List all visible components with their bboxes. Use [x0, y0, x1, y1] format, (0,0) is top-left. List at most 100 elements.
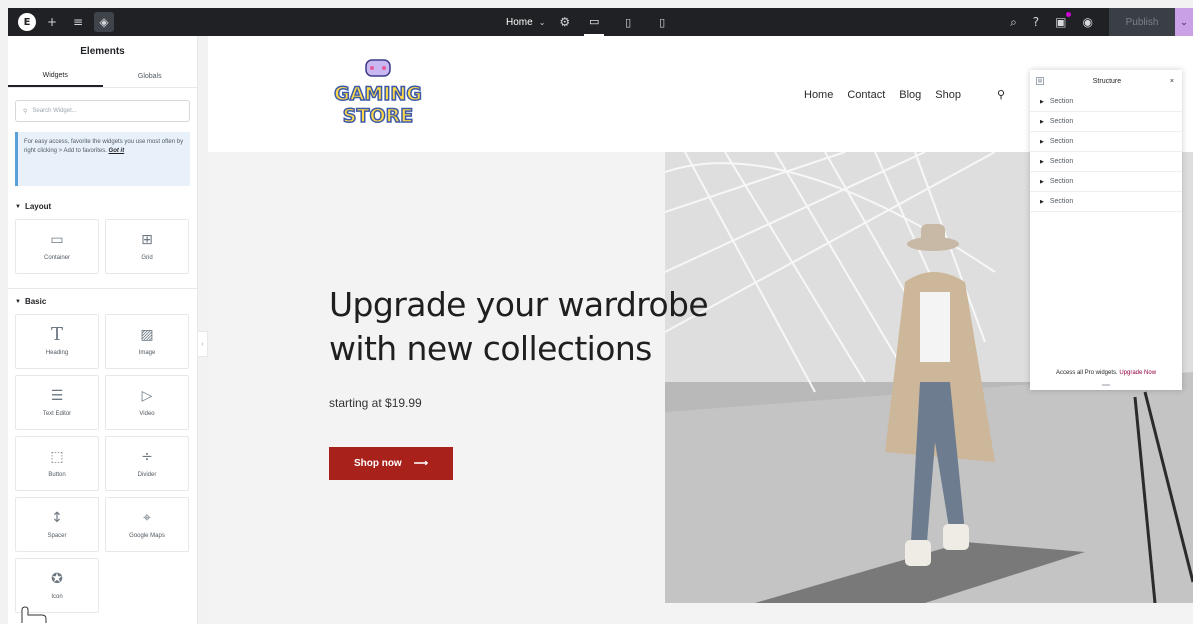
basic-widgets-grid: T Heading ▨ Image ☰ Text Editor ▷ Video …	[8, 306, 197, 613]
widget-label: Image	[138, 349, 156, 356]
button-icon: ⬚	[50, 448, 64, 465]
widget-label: Text Editor	[42, 410, 72, 417]
close-icon[interactable]: ×	[1170, 78, 1174, 85]
widget-button[interactable]: ⬚ Button	[15, 436, 99, 491]
favorites-tip: For easy access, favorite the widgets yo…	[15, 132, 190, 186]
widget-text-editor[interactable]: ☰ Text Editor	[15, 375, 99, 430]
mobile-icon[interactable]: ▯	[652, 8, 672, 36]
structure-item[interactable]: ▶ Section	[1030, 152, 1182, 172]
caret-right-icon: ▶	[1040, 138, 1044, 145]
structure-item[interactable]: ▶ Section	[1030, 92, 1182, 112]
hero-title[interactable]: Upgrade your wardrobe with new collectio…	[329, 283, 749, 371]
widget-label: Container	[43, 254, 70, 261]
text-editor-icon: ☰	[50, 387, 64, 404]
category-layout[interactable]: ▼ Layout	[8, 202, 197, 211]
widget-image[interactable]: ▨ Image	[105, 314, 189, 369]
structure-item[interactable]: ▶ Section	[1030, 132, 1182, 152]
nav-contact[interactable]: Contact	[847, 89, 885, 101]
got-it-link[interactable]: Got it	[109, 148, 125, 154]
topbar-right-group: ⌕ ? ▣ ◉ Publish ⌄	[1010, 8, 1193, 36]
whats-new-icon[interactable]: ▣	[1055, 12, 1071, 29]
nav-home[interactable]: Home	[804, 89, 833, 101]
widget-label: Grid	[141, 254, 153, 261]
page-selector[interactable]: Home ⌄	[506, 17, 545, 28]
tablet-icon[interactable]: ▯	[618, 8, 638, 36]
widget-label: Spacer	[47, 532, 67, 539]
structure-item-label: Section	[1049, 198, 1074, 205]
publish-options-chevron-icon[interactable]: ⌄	[1175, 8, 1193, 36]
topbar-left-group: E + ≡ ◈	[8, 12, 114, 32]
favorites-tip-text: For easy access, favorite the widgets yo…	[24, 139, 184, 154]
caret-right-icon: ▶	[1040, 158, 1044, 165]
gaming-store-logo[interactable]: GAMING STORE	[330, 58, 426, 132]
divider-icon: ÷	[141, 448, 153, 465]
hero-subtitle[interactable]: starting at $19.99	[329, 396, 422, 410]
arrow-right-icon: ⟶	[413, 458, 429, 469]
site-search-icon[interactable]: ⚲	[997, 88, 1005, 101]
widget-heading[interactable]: T Heading	[15, 314, 99, 369]
publish-button[interactable]: Publish	[1109, 8, 1175, 36]
resize-grip[interactable]	[1102, 384, 1110, 386]
structure-item-label: Section	[1049, 178, 1074, 185]
google-maps-icon: ⌖	[143, 509, 151, 526]
widget-divider[interactable]: ÷ Divider	[105, 436, 189, 491]
panel-divider	[8, 288, 197, 289]
widget-search-input[interactable]: ⚲ Search Widget...	[15, 100, 190, 122]
site-settings-icon[interactable]: ◈	[94, 12, 114, 32]
tab-widgets[interactable]: Widgets	[8, 66, 103, 87]
heading-icon: T	[50, 323, 63, 345]
structure-item-label: Section	[1049, 118, 1074, 125]
search-icon: ⚲	[23, 108, 28, 115]
desktop-icon[interactable]: ▭	[584, 8, 605, 36]
elements-panel: Elements Widgets Globals ⚲ Search Widget…	[8, 36, 198, 624]
logo-text-line2: STORE	[343, 105, 413, 127]
structure-toggle-icon[interactable]: ≡	[68, 12, 88, 32]
editor-topbar: E + ≡ ◈ Home ⌄ ⚙ ▭ ▯ ▯ ⌕ ? ▣ ◉ Publish ⌄	[8, 8, 1193, 36]
shop-now-button[interactable]: Shop now ⟶	[329, 447, 453, 480]
structure-item[interactable]: ▶ Section	[1030, 172, 1182, 192]
collapse-panel-handle[interactable]: ‹	[198, 331, 208, 357]
structure-item-label: Section	[1049, 158, 1074, 165]
widget-label: Google Maps	[129, 532, 165, 539]
widget-spacer[interactable]: ↕ Spacer	[15, 497, 99, 552]
widget-grid[interactable]: ⊞ Grid	[105, 219, 189, 274]
hero-title-line1: Upgrade your wardrobe	[329, 285, 709, 324]
logo-text-line1: GAMING	[334, 83, 422, 105]
grid-icon: ⊞	[141, 231, 153, 248]
container-icon: ▭	[50, 231, 64, 248]
structure-item[interactable]: ▶ Section	[1030, 192, 1182, 212]
structure-item-label: Section	[1049, 138, 1074, 145]
preview-icon[interactable]: ◉	[1083, 15, 1093, 29]
caret-right-icon: ▶	[1040, 118, 1044, 125]
video-icon: ▷	[141, 387, 153, 404]
nav-shop[interactable]: Shop	[935, 89, 961, 101]
notification-dot	[1065, 12, 1071, 17]
help-icon[interactable]: ?	[1033, 15, 1039, 29]
tab-globals[interactable]: Globals	[103, 66, 198, 87]
widget-search-placeholder: Search Widget...	[32, 108, 77, 114]
structure-panel-icon: ▦	[1036, 77, 1044, 85]
widget-label: Divider	[137, 471, 157, 478]
widget-label: Button	[48, 471, 66, 478]
image-icon: ▨	[140, 326, 154, 343]
category-label: Layout	[24, 202, 52, 211]
widget-container[interactable]: ▭ Container	[15, 219, 99, 274]
widget-google-maps[interactable]: ⌖ Google Maps	[105, 497, 189, 552]
panel-tabs: Widgets Globals	[8, 66, 197, 88]
shop-now-label: Shop now	[353, 458, 402, 469]
search-icon[interactable]: ⌕	[1010, 15, 1017, 30]
category-label: Basic	[24, 297, 47, 306]
upgrade-now-link[interactable]: Upgrade Now	[1119, 370, 1156, 376]
nav-blog[interactable]: Blog	[899, 89, 921, 101]
caret-right-icon: ▶	[1040, 198, 1044, 205]
pro-upsell: Access all Pro widgets. Upgrade Now	[1030, 370, 1182, 376]
structure-item[interactable]: ▶ Section	[1030, 112, 1182, 132]
category-basic[interactable]: ▼ Basic	[8, 297, 197, 306]
widget-label: Video	[139, 410, 155, 417]
page-settings-icon[interactable]: ⚙	[559, 15, 570, 29]
widget-video[interactable]: ▷ Video	[105, 375, 189, 430]
add-element-icon[interactable]: +	[42, 12, 62, 32]
caret-right-icon: ▶	[1040, 178, 1044, 185]
panel-title: Elements	[80, 45, 125, 57]
elementor-logo-icon[interactable]: E	[18, 13, 36, 31]
